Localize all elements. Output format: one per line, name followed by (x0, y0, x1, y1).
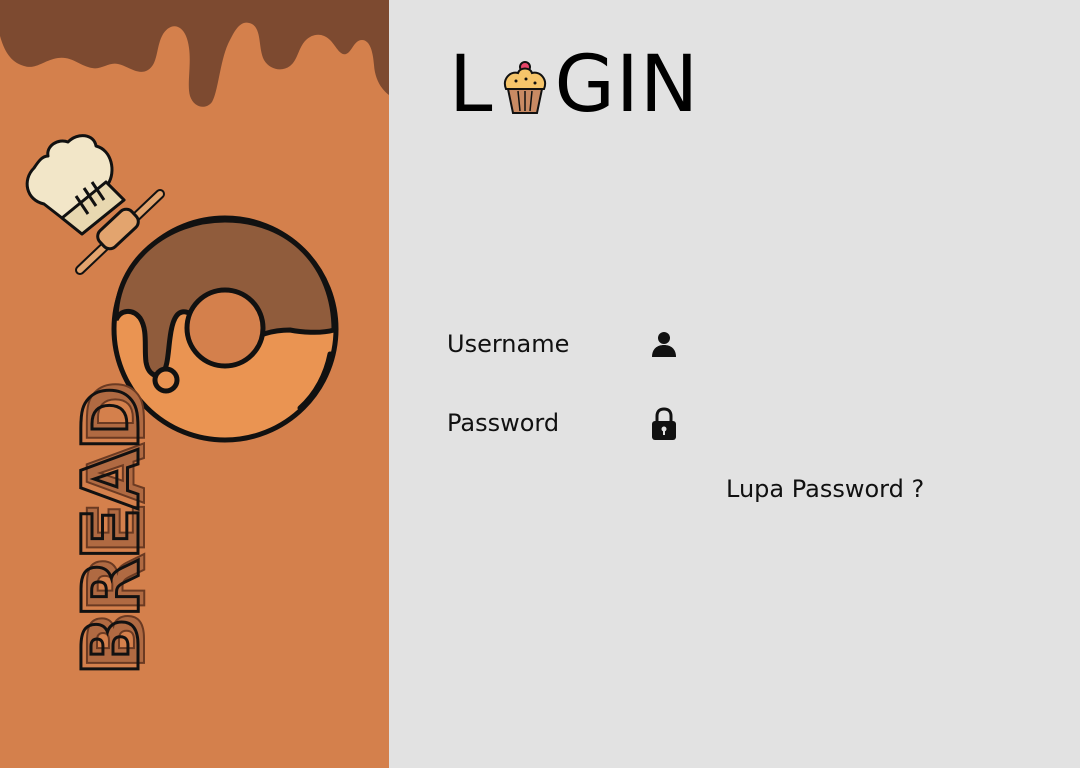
password-label: Password (447, 409, 560, 437)
left-panel: BREAD BREAD (0, 0, 389, 768)
password-input[interactable] (690, 410, 1024, 442)
left-panel-background (0, 0, 389, 768)
username-input[interactable] (690, 330, 1024, 362)
user-icon (652, 332, 676, 357)
forgot-password-link[interactable]: Lupa Password ? (726, 475, 924, 503)
username-label: Username (447, 330, 570, 358)
lock-icon (652, 407, 676, 440)
login-title-rest: GIN (554, 40, 700, 130)
login-title: L GIN (449, 40, 699, 130)
brand-title: BREAD (66, 387, 159, 678)
login-title-first: L (449, 40, 493, 130)
cupcake-icon (504, 61, 547, 114)
